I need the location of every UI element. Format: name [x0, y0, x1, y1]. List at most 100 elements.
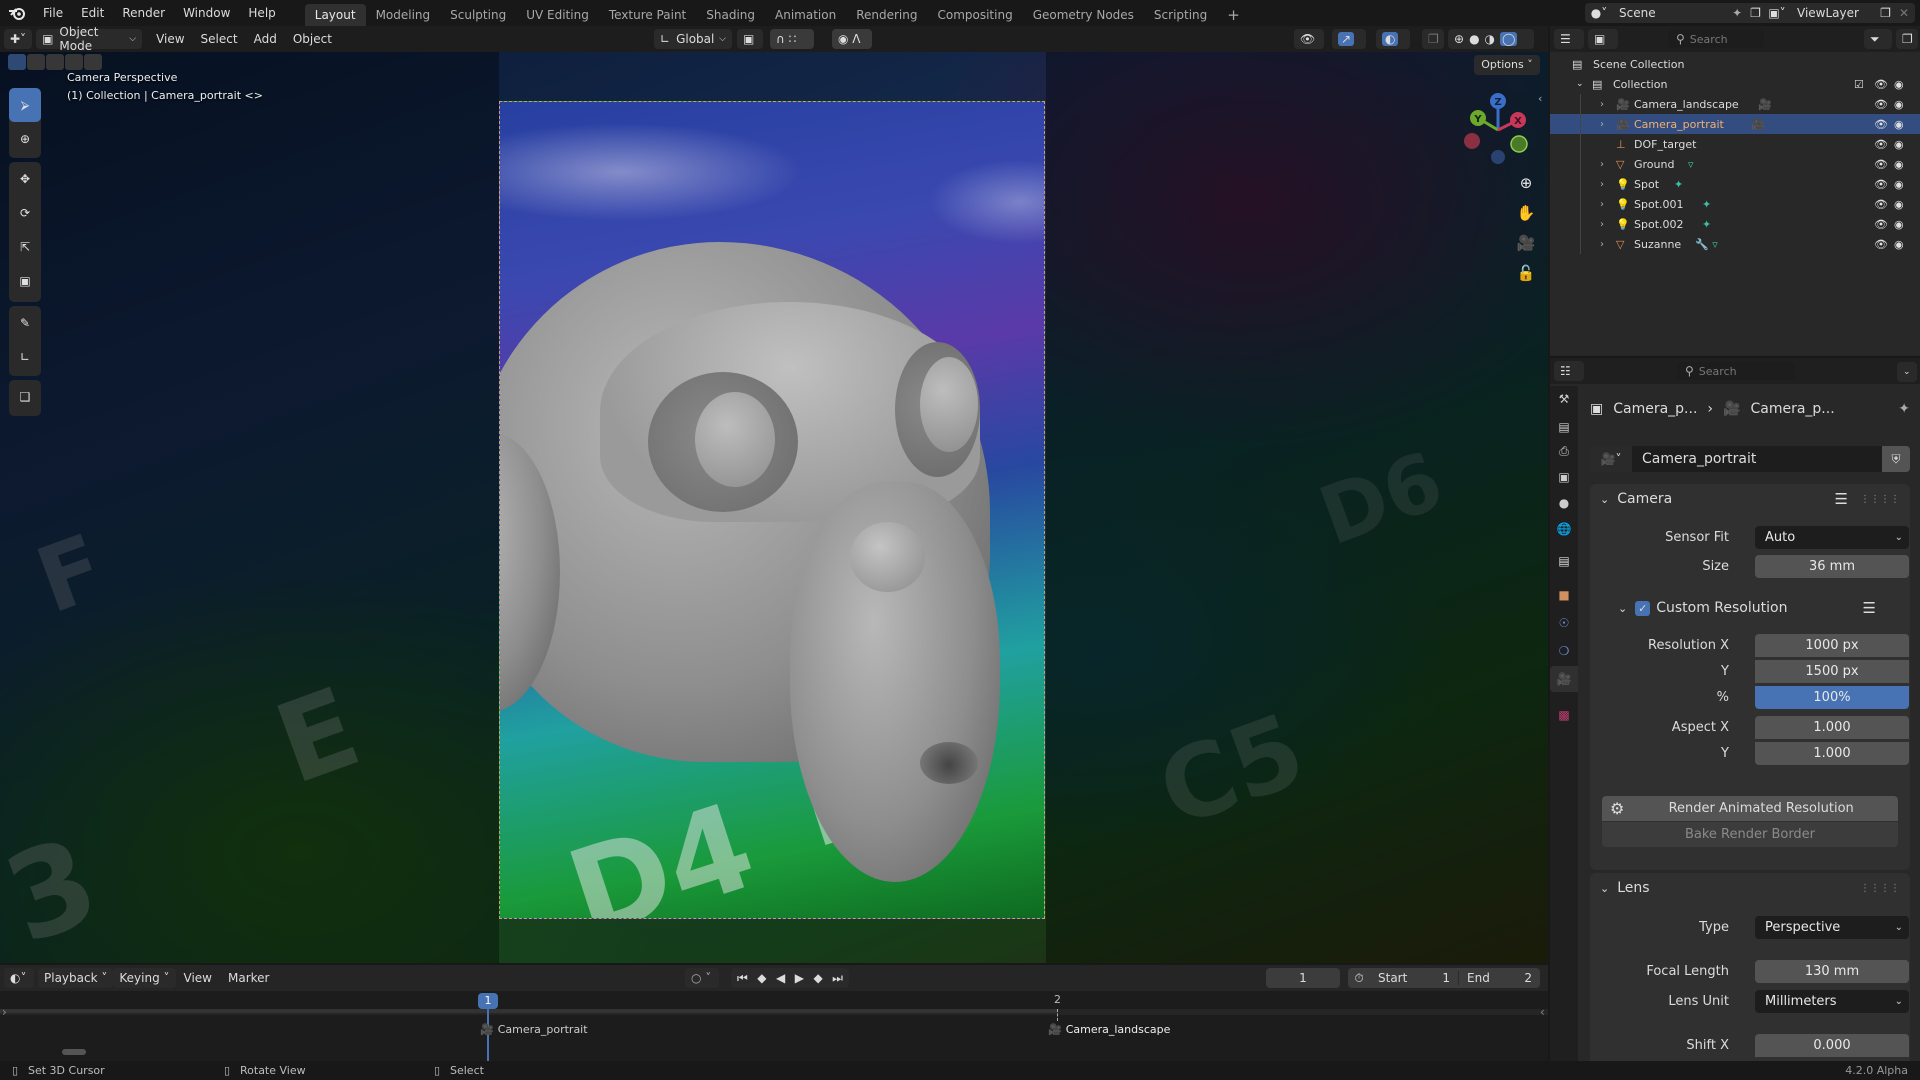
play-reverse-icon[interactable]: ◀: [776, 971, 785, 985]
object-data-icon[interactable]: ✦: [1674, 178, 1683, 191]
outliner-item[interactable]: ⊥ DOF_target 👁 ◉: [1550, 134, 1920, 154]
new-scene-icon[interactable]: ❐: [1750, 6, 1761, 20]
next-keyframe-icon[interactable]: ◆: [813, 971, 822, 985]
bake-render-border-button[interactable]: Bake Render Border: [1602, 822, 1898, 847]
tab-camera-data[interactable]: 🎥: [1550, 666, 1578, 692]
render-camera-icon[interactable]: ◉: [1894, 158, 1904, 171]
chevron-right-icon[interactable]: ›: [1600, 179, 1604, 190]
marker-camera-landscape[interactable]: 🎥 Camera_landscape: [1048, 1023, 1170, 1036]
tab-texture[interactable]: ▩: [1550, 702, 1578, 728]
presets-list-icon[interactable]: ☰: [1835, 490, 1848, 508]
collapse-sidebar-icon[interactable]: ‹: [1540, 1005, 1545, 1019]
viewport-menu-object[interactable]: Object: [285, 32, 340, 46]
object-data-icon[interactable]: ✦: [1702, 198, 1711, 211]
options-dropdown[interactable]: Options ˅: [1474, 55, 1540, 75]
outliner-item[interactable]: › 💡 Spot.001 ✦ 👁 ◉: [1550, 194, 1920, 214]
focal-length-field[interactable]: 130 mm: [1755, 960, 1909, 983]
resolution-y-field[interactable]: 1500 px: [1755, 660, 1909, 683]
lens-type-dropdown[interactable]: Perspective ⌄: [1755, 916, 1909, 939]
pin-icon[interactable]: ✦: [1898, 401, 1910, 417]
delete-view-layer-icon[interactable]: ✕: [1899, 6, 1909, 20]
workspace-tab-layout[interactable]: Layout: [304, 4, 366, 26]
scene-collection-row[interactable]: ▤ Scene Collection: [1550, 54, 1920, 74]
tool-measure[interactable]: ∟: [9, 340, 41, 374]
pan-view-button[interactable]: ✋: [1513, 200, 1539, 226]
chevron-right-icon[interactable]: ›: [1600, 219, 1604, 230]
chevron-right-icon[interactable]: ›: [1600, 199, 1604, 210]
outliner-item[interactable]: › ▽ Suzanne 🔧 ▿ 👁 ◉: [1550, 234, 1920, 254]
aspect-x-field[interactable]: 1.000: [1755, 716, 1909, 739]
filter-button[interactable]: ⏷: [1864, 29, 1892, 49]
mode-selector[interactable]: ▣ Object Mode ⌵: [36, 25, 143, 53]
aspect-y-field[interactable]: 1.000: [1755, 742, 1909, 765]
editor-type-button[interactable]: ✚˅: [4, 29, 33, 49]
add-workspace-button[interactable]: +: [1217, 4, 1250, 26]
workspace-tab-compositing[interactable]: Compositing: [927, 4, 1022, 26]
tab-world[interactable]: 🌐: [1550, 516, 1578, 542]
outliner-item[interactable]: › 💡 Spot ✦ 👁 ◉: [1550, 174, 1920, 194]
snap-toggle[interactable]: ∩ ∷: [770, 29, 814, 49]
menu-edit[interactable]: Edit: [72, 0, 113, 26]
viewport-menu-add[interactable]: Add: [246, 32, 285, 46]
camera-view-button[interactable]: 🎥: [1513, 230, 1539, 256]
scene-name[interactable]: Scene: [1619, 6, 1732, 20]
play-icon[interactable]: ▶: [795, 971, 804, 985]
new-view-layer-icon[interactable]: ❐: [1880, 6, 1891, 20]
tool-scale[interactable]: ⇱: [9, 230, 41, 264]
sidebar-toggle-icon[interactable]: ‹: [1538, 92, 1542, 105]
outliner-search[interactable]: ⚲ Search: [1668, 30, 1764, 48]
new-collection-button[interactable]: ❐: [1896, 29, 1918, 49]
gizmo-toggle[interactable]: ↗: [1332, 29, 1366, 49]
exclude-checkbox[interactable]: ☑: [1854, 78, 1864, 91]
eye-icon[interactable]: 👁: [1874, 238, 1888, 251]
tab-view-layer[interactable]: ▣: [1550, 464, 1578, 490]
sensor-size-field[interactable]: 36 mm: [1755, 555, 1909, 578]
workspace-tab-shading[interactable]: Shading: [696, 4, 765, 26]
outliner-item[interactable]: › 💡 Spot.002 ✦ 👁 ◉: [1550, 214, 1920, 234]
pivot-point-button[interactable]: ▣: [737, 29, 763, 49]
workspace-tab-texture-paint[interactable]: Texture Paint: [599, 4, 696, 26]
transform-orientation-selector[interactable]: ∟ Global ⌵: [654, 29, 732, 49]
outliner-item[interactable]: › 🎥 Camera_portrait 🎥 👁 ◉: [1550, 114, 1920, 134]
workspace-tab-animation[interactable]: Animation: [765, 4, 846, 26]
render-camera-icon[interactable]: ◉: [1894, 178, 1904, 191]
marker-camera-portrait[interactable]: 🎥 Camera_portrait: [480, 1023, 588, 1036]
stopwatch-icon[interactable]: ⏱: [1348, 971, 1370, 986]
camera-panel-header[interactable]: ⌄ Camera ☰ ⋮⋮⋮⋮: [1590, 484, 1910, 514]
properties-editor-type[interactable]: ☷: [1554, 361, 1584, 381]
resolution-x-field[interactable]: 1000 px: [1755, 634, 1909, 657]
render-animated-resolution-button[interactable]: ⚙ Render Animated Resolution: [1602, 796, 1898, 821]
render-camera-icon[interactable]: ◉: [1894, 78, 1904, 91]
expand-channels-icon[interactable]: ›: [2, 1005, 7, 1019]
tab-scene[interactable]: ●: [1550, 490, 1578, 516]
eye-icon[interactable]: 👁: [1874, 118, 1888, 131]
tab-render[interactable]: ▤: [1550, 414, 1578, 440]
tab-object[interactable]: ■: [1550, 582, 1578, 608]
tool-rotate[interactable]: ⟳: [9, 196, 41, 230]
render-camera-icon[interactable]: ◉: [1894, 138, 1904, 151]
jump-start-icon[interactable]: ⏮: [737, 971, 748, 986]
menu-help[interactable]: Help: [239, 0, 284, 26]
datablock-browse-button[interactable]: 🎥˅: [1590, 446, 1632, 472]
xray-toggle[interactable]: ❐: [1422, 29, 1444, 49]
workspace-tab-modeling[interactable]: Modeling: [366, 4, 441, 26]
workspace-tab-scripting[interactable]: Scripting: [1144, 4, 1217, 26]
render-camera-icon[interactable]: ◉: [1894, 118, 1904, 131]
render-camera-icon[interactable]: ◉: [1894, 198, 1904, 211]
timeline-scrollbar[interactable]: [62, 1049, 86, 1055]
properties-options-button[interactable]: ⌄: [1897, 362, 1917, 382]
tool-add-cube[interactable]: ❑: [9, 380, 41, 414]
menu-file[interactable]: File: [34, 0, 72, 26]
lock-camera-button[interactable]: 🔓: [1513, 260, 1539, 286]
object-data-icon[interactable]: 🎥: [1758, 98, 1772, 111]
properties-search[interactable]: ⚲ Search: [1677, 362, 1795, 380]
viewport-menu-view[interactable]: View: [148, 32, 192, 46]
presets-list-icon[interactable]: ☰: [1863, 599, 1876, 617]
blender-logo-icon[interactable]: [0, 0, 34, 26]
end-frame-field[interactable]: End 2: [1458, 971, 1540, 985]
wireframe-shading-icon[interactable]: ⊕: [1454, 32, 1464, 46]
render-camera-icon[interactable]: ◉: [1894, 98, 1904, 111]
material-shading-icon[interactable]: ◑: [1485, 32, 1495, 46]
object-data-icon[interactable]: ▿: [1688, 158, 1694, 171]
eye-icon[interactable]: 👁: [1874, 158, 1888, 171]
